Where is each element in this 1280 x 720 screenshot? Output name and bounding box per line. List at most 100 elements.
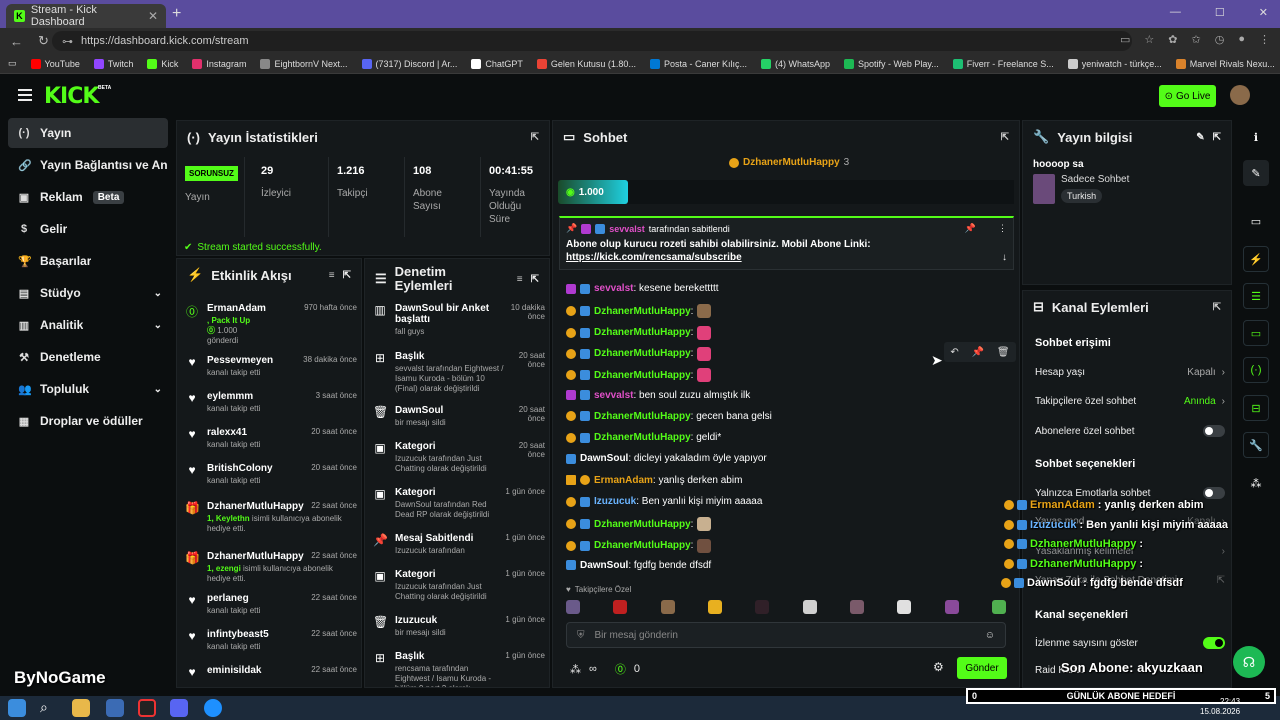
- collapse-icon[interactable]: ↓: [1002, 252, 1007, 263]
- browser-tab[interactable]: K Stream - Kick Dashboard ✕: [6, 4, 166, 28]
- chat-username[interactable]: DawnSoul: [580, 560, 628, 571]
- bookmark-4[interactable]: EightbornV Next...: [260, 58, 348, 69]
- vscode-icon[interactable]: [106, 699, 124, 717]
- expand-icon[interactable]: ⇱: [1213, 302, 1221, 313]
- bookmark-9[interactable]: (4) WhatsApp: [760, 58, 830, 69]
- account-age-row[interactable]: Hesap yaşı Kapalı ›: [1035, 367, 1225, 378]
- chat-username[interactable]: DzhanerMutluHappy: [594, 327, 691, 338]
- file-explorer-icon[interactable]: [72, 699, 90, 717]
- chat-username[interactable]: DzhanerMutluHappy: [594, 540, 691, 551]
- pin-icon[interactable]: 📌: [972, 347, 984, 358]
- extension-icon[interactable]: ✿: [1168, 33, 1177, 46]
- sidebar-item-6[interactable]: ▥ Analitik ⌄: [8, 310, 168, 340]
- emote-icon[interactable]: [991, 600, 1006, 614]
- emote-icon[interactable]: [613, 600, 628, 614]
- bolt-icon[interactable]: ⚡: [1243, 246, 1269, 272]
- filter-icon[interactable]: ≡: [517, 274, 523, 285]
- chat-input[interactable]: ⛨ Bir mesaj gönderin ☺: [566, 622, 1006, 648]
- bookmark-folder-icon[interactable]: ▭: [8, 58, 17, 69]
- bookmark-7[interactable]: Gelen Kutusu (1.80...: [536, 58, 636, 69]
- bookmark-0[interactable]: YouTube: [30, 58, 80, 69]
- info-icon[interactable]: ℹ: [1243, 124, 1269, 150]
- delete-icon[interactable]: 🗑: [997, 347, 1010, 358]
- edit-icon[interactable]: ✎: [1243, 160, 1269, 186]
- expand-icon[interactable]: ⇱: [1001, 132, 1009, 143]
- bookmark-2[interactable]: Kick: [147, 58, 178, 69]
- emote-icon[interactable]: [849, 600, 864, 614]
- sidebar-item-5[interactable]: ▤ Stüdyo ⌄: [8, 278, 168, 308]
- bookmark-3[interactable]: Instagram: [192, 58, 246, 69]
- sidebar-item-3[interactable]: $ Gelir: [8, 214, 168, 244]
- profile-icon[interactable]: ●: [1238, 33, 1245, 46]
- chat-username[interactable]: DzhanerMutluHappy: [594, 432, 691, 443]
- edit-icon[interactable]: ✎: [1196, 132, 1204, 143]
- emote-icon[interactable]: [944, 600, 959, 614]
- discord-icon[interactable]: [170, 699, 188, 717]
- connections-icon[interactable]: ⁂: [570, 663, 581, 676]
- sidebar-item-0[interactable]: (·) Yayın: [8, 118, 168, 148]
- bookmark-11[interactable]: Fiverr - Freelance S...: [952, 58, 1054, 69]
- sidebar-item-9[interactable]: ▦ Droplar ve ödüller: [8, 406, 168, 436]
- pinned-link[interactable]: https://kick.com/rencsama/subscribe: [566, 252, 742, 263]
- emoji-icon[interactable]: ☺: [985, 630, 995, 641]
- expand-icon[interactable]: ⇱: [531, 132, 539, 143]
- chat-username[interactable]: DzhanerMutluHappy: [594, 411, 691, 422]
- emote-icon[interactable]: [566, 600, 580, 614]
- new-tab-button[interactable]: +: [172, 5, 181, 23]
- obs-icon[interactable]: [138, 699, 156, 717]
- user-avatar[interactable]: [1230, 85, 1250, 105]
- menu-icon[interactable]: ⋮: [1259, 33, 1270, 46]
- chat-username[interactable]: DzhanerMutluHappy: [594, 348, 691, 359]
- minimize-icon[interactable]: —: [1170, 6, 1181, 19]
- sidebar-item-7[interactable]: ⚒ Denetleme: [8, 342, 168, 372]
- chat-icon[interactable]: ▭: [1243, 320, 1269, 346]
- maximize-icon[interactable]: ☐: [1215, 6, 1225, 19]
- expand-icon[interactable]: ⇱: [531, 274, 539, 285]
- category-name[interactable]: Sadece Sohbet: [1061, 174, 1129, 185]
- address-bar[interactable]: ⊶ https://dashboard.kick.com/stream: [52, 31, 1132, 51]
- send-button[interactable]: Gönder: [957, 657, 1007, 679]
- search-icon[interactable]: ⌕: [40, 699, 58, 717]
- followers-chat-row[interactable]: Takipçilere özel sohbet Anında ›: [1035, 396, 1225, 407]
- bookmark-12[interactable]: yeniwatch - türkçe...: [1067, 58, 1162, 69]
- hamburger-menu-icon[interactable]: [18, 89, 32, 101]
- chat-username[interactable]: DawnSoul: [580, 453, 628, 464]
- connections-icon[interactable]: ⁂: [1243, 470, 1269, 496]
- chat-username[interactable]: sevvalst: [594, 283, 633, 294]
- wrench-icon[interactable]: 🔧: [1243, 432, 1269, 458]
- reader-icon[interactable]: ▭: [1120, 33, 1130, 46]
- emote-icon[interactable]: [897, 600, 912, 614]
- expand-icon[interactable]: ⇱: [1213, 132, 1221, 143]
- bookmark-10[interactable]: Spotify - Web Play...: [844, 58, 939, 69]
- emote-only-toggle[interactable]: [1203, 487, 1225, 499]
- chat-username[interactable]: Izuzucuk: [594, 496, 636, 507]
- emote-icon[interactable]: [802, 600, 817, 614]
- bookmark-5[interactable]: (7317) Discord | Ar...: [361, 58, 457, 69]
- back-icon[interactable]: ←: [10, 34, 28, 49]
- history-icon[interactable]: ◷: [1215, 33, 1225, 46]
- actions-icon[interactable]: ⊟: [1243, 395, 1269, 421]
- layout-icon[interactable]: ▭: [1243, 208, 1269, 234]
- reply-icon[interactable]: ↶: [950, 347, 958, 358]
- windows-start-icon[interactable]: [8, 699, 26, 717]
- kick-logo[interactable]: KICK: [44, 84, 99, 109]
- favorites-icon[interactable]: ✩: [1192, 33, 1201, 46]
- subs-chat-toggle[interactable]: [1203, 425, 1225, 437]
- bookmark-6[interactable]: ChatGPT: [471, 58, 523, 69]
- bookmark-13[interactable]: Marvel Rivals Nexu...: [1175, 58, 1275, 69]
- chat-username[interactable]: DzhanerMutluHappy: [594, 306, 691, 317]
- emote-icon[interactable]: [755, 600, 770, 614]
- list-icon[interactable]: ☰: [1243, 283, 1269, 309]
- bookmark-1[interactable]: Twitch: [93, 58, 133, 69]
- broadcast-icon[interactable]: (·): [1243, 357, 1269, 383]
- close-window-icon[interactable]: ✕: [1259, 6, 1268, 19]
- sidebar-item-2[interactable]: ▣ Reklam Beta: [8, 182, 168, 212]
- settings-icon[interactable]: ⚙: [933, 660, 944, 674]
- sidebar-item-4[interactable]: 🏆 Başarılar: [8, 246, 168, 276]
- go-live-button[interactable]: ⊙ Go Live: [1159, 85, 1216, 107]
- show-viewers-toggle[interactable]: [1203, 637, 1225, 649]
- chat-username[interactable]: DzhanerMutluHappy: [594, 519, 691, 530]
- bookmark-star-icon[interactable]: ☆: [1144, 33, 1154, 46]
- bookmark-8[interactable]: Posta - Caner Kılıç...: [649, 58, 747, 69]
- chat-username[interactable]: sevvalst: [594, 390, 633, 401]
